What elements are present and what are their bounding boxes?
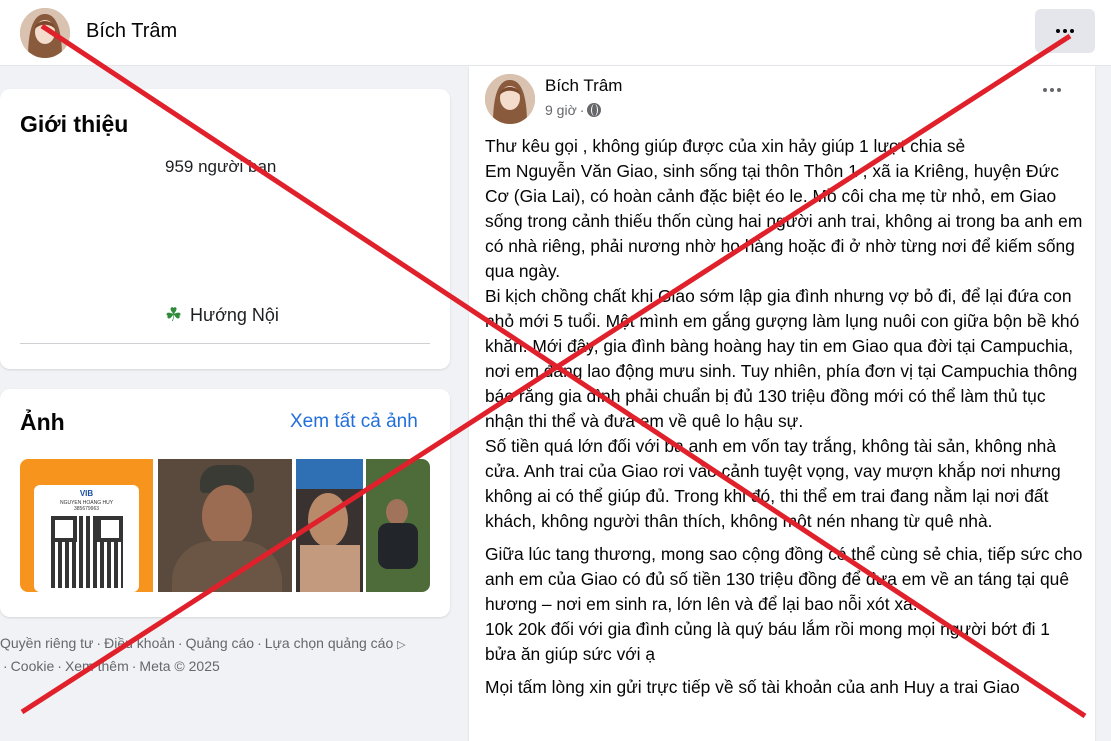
footer-copyright: Meta © 2025	[139, 658, 220, 674]
post-author-avatar[interactable]	[485, 74, 535, 124]
photo-qr-code[interactable]: VIB NGUYEN HOANG HUY 385679963	[20, 459, 153, 592]
post-author-name[interactable]: Bích Trâm	[545, 76, 622, 96]
profile-more-button[interactable]	[1035, 9, 1095, 53]
shirt-shape	[378, 523, 418, 569]
footer-link-more[interactable]: Xem thêm	[65, 658, 129, 674]
footer-links: Quyền riêng tư · Điều khoản · Quảng cáo · Lựa …	[0, 635, 406, 674]
post-paragraph: Mọi tấm lòng xin gửi trực tiếp về số tài…	[485, 677, 1020, 697]
photos-card: Ảnh Xem tất cả ảnh VIB NGUYEN HOANG HUY …	[0, 389, 450, 617]
post-more-button[interactable]	[1043, 88, 1061, 92]
photos-title: Ảnh	[20, 409, 65, 435]
more-dots-icon	[1056, 29, 1074, 33]
footer-link-terms[interactable]: Điều khoản	[104, 635, 175, 651]
blue-sheet	[296, 459, 363, 489]
post-paragraph: Giữa lúc tang thương, mong sao cộng đồng…	[485, 544, 1083, 664]
profile-avatar[interactable]	[20, 8, 70, 58]
account-number: 385679963	[73, 506, 100, 512]
intro-title: Giới thiệu	[20, 111, 129, 137]
profile-header-bar: Bích Trâm	[0, 0, 1111, 66]
see-all-photos-link[interactable]: Xem tất cả ảnh	[290, 411, 418, 433]
intro-feeling: ☘ Hướng Nội	[165, 304, 279, 327]
photo-young-man[interactable]	[366, 459, 430, 592]
post-card: Bích Trâm 9 giờ · Thư kêu gọi , không gi…	[469, 66, 1095, 741]
profile-name[interactable]: Bích Trâm	[86, 20, 177, 43]
bank-qr-card: VIB NGUYEN HOANG HUY 385679963	[34, 485, 139, 592]
bank-logo: VIB	[79, 489, 94, 498]
post-paragraph: Thư kêu gọi , không giúp được của xin hả…	[485, 136, 1083, 531]
feeling-label: Hướng Nội	[190, 305, 279, 325]
shirt-shape	[172, 541, 282, 592]
post-text: Thư kêu gọi , không giúp được của xin hả…	[485, 134, 1085, 708]
divider	[20, 343, 430, 344]
post-time[interactable]: 9 giờ	[545, 102, 577, 118]
friends-count[interactable]: 959 người bạn	[165, 157, 276, 177]
footer-link-cookie[interactable]: Cookie	[11, 658, 55, 674]
qr-code-icon	[50, 516, 123, 588]
face-shape	[202, 485, 252, 547]
footer-link-privacy[interactable]: Quyền riêng tư	[0, 635, 93, 651]
photo-man[interactable]	[158, 459, 292, 592]
meta-separator: ·	[579, 102, 585, 118]
footer-link-ads[interactable]: Quảng cáo	[186, 635, 255, 651]
face-shape	[308, 493, 348, 547]
intro-card: Giới thiệu 959 người bạn ☘ Hướng Nội	[0, 89, 450, 369]
globe-icon	[587, 103, 602, 117]
post-meta: 9 giờ ·	[545, 102, 602, 118]
ad-choices-icon: ▷	[397, 639, 406, 651]
footer-link-ad-choices[interactable]: Lựa chọn quảng cáo	[265, 635, 393, 651]
clover-icon: ☘	[165, 305, 183, 326]
body-shape	[300, 545, 360, 592]
face-shape	[386, 499, 408, 525]
more-dots-icon	[1043, 88, 1061, 92]
photo-hospital[interactable]	[296, 459, 363, 592]
avatar-image	[485, 74, 535, 124]
avatar-image	[20, 8, 70, 58]
